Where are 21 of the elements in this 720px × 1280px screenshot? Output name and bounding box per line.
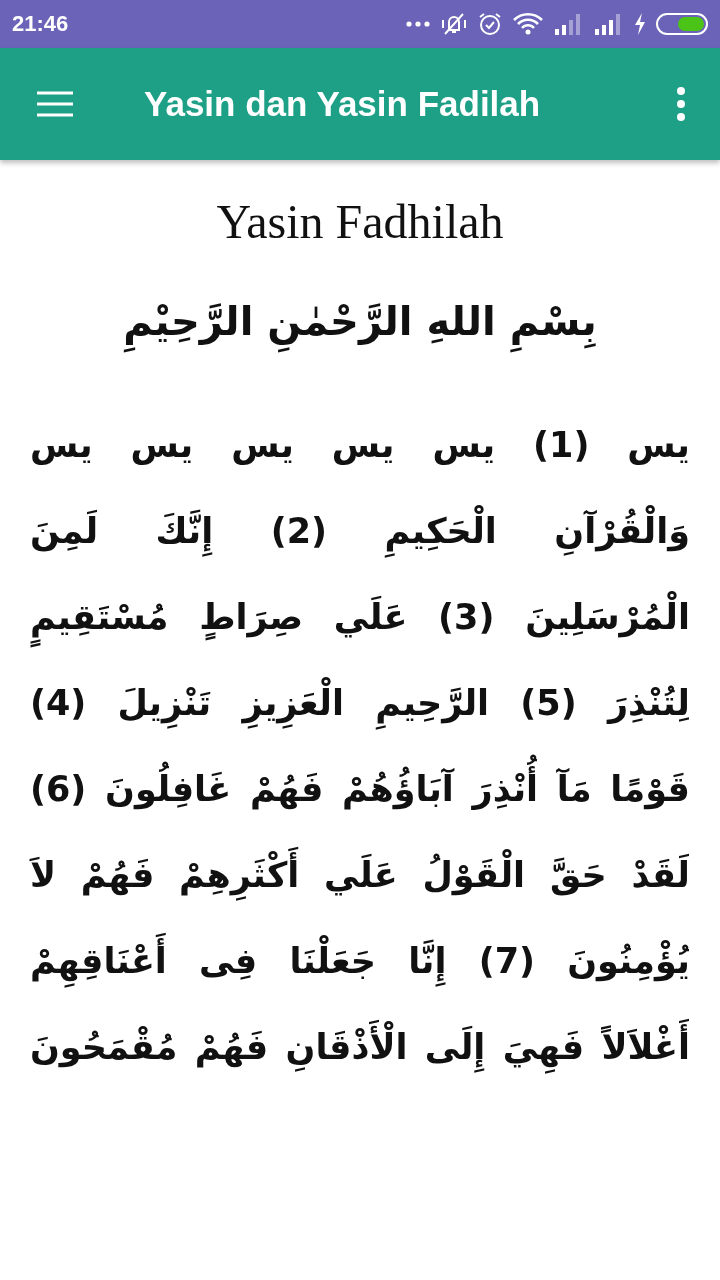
- wifi-icon: [512, 12, 544, 36]
- more-options-icon: [676, 86, 686, 122]
- charging-icon: [634, 13, 646, 35]
- verse-line: أَغْلاَلاً فَهِيَ إِلَى الْأَذْقَانِ فَهُمْ مُقْمَحُونَ: [30, 1011, 690, 1083]
- verse-line: وَالْقُرْآنِ الْحَكِيمِ (2) إِنَّكَ لَمِنَ: [30, 495, 690, 567]
- more-notifications-icon: [406, 21, 430, 27]
- menu-icon: [36, 90, 74, 118]
- page-heading: Yasin Fadhilah: [216, 194, 504, 249]
- status-time: 21:46: [12, 11, 69, 37]
- battery-icon: [656, 13, 708, 35]
- muted-bell-icon: [440, 12, 468, 36]
- verse-line: لَقَدْ حَقَّ الْقَوْلُ عَلَي أَكْثَرِهِمْ فَهُمْ لاَ: [30, 839, 690, 911]
- verse-line: لِتُنْذِرَ (5) الرَّحِيمِ الْعَزِيزِ تَنْزِيلَ (4): [30, 667, 690, 739]
- verse-line: يس (1) يس يس يس يس يس: [30, 424, 690, 467]
- verse-line: قَوْمًا مَآ أُنْذِرَ آبَاؤُهُمْ فَهُمْ غَافِلُونَ (6): [30, 753, 690, 825]
- app-title: Yasin dan Yasin Fadilah: [144, 84, 542, 124]
- verse-line: يُؤْمِنُونَ (7) إِنَّا جَعَلْنَا فِى أَعْنَاقِهِمْ: [30, 925, 690, 997]
- verse-line: الْمُرْسَلِينَ (3) عَلَي صِرَاطٍ مُسْتَقِيمٍ: [30, 581, 690, 653]
- menu-button[interactable]: [36, 90, 74, 118]
- alarm-clock-icon: [478, 12, 502, 36]
- basmalah-text: بِسْمِ اللهِ الرَّحْمٰنِ الرَّحِيْمِ: [117, 277, 603, 365]
